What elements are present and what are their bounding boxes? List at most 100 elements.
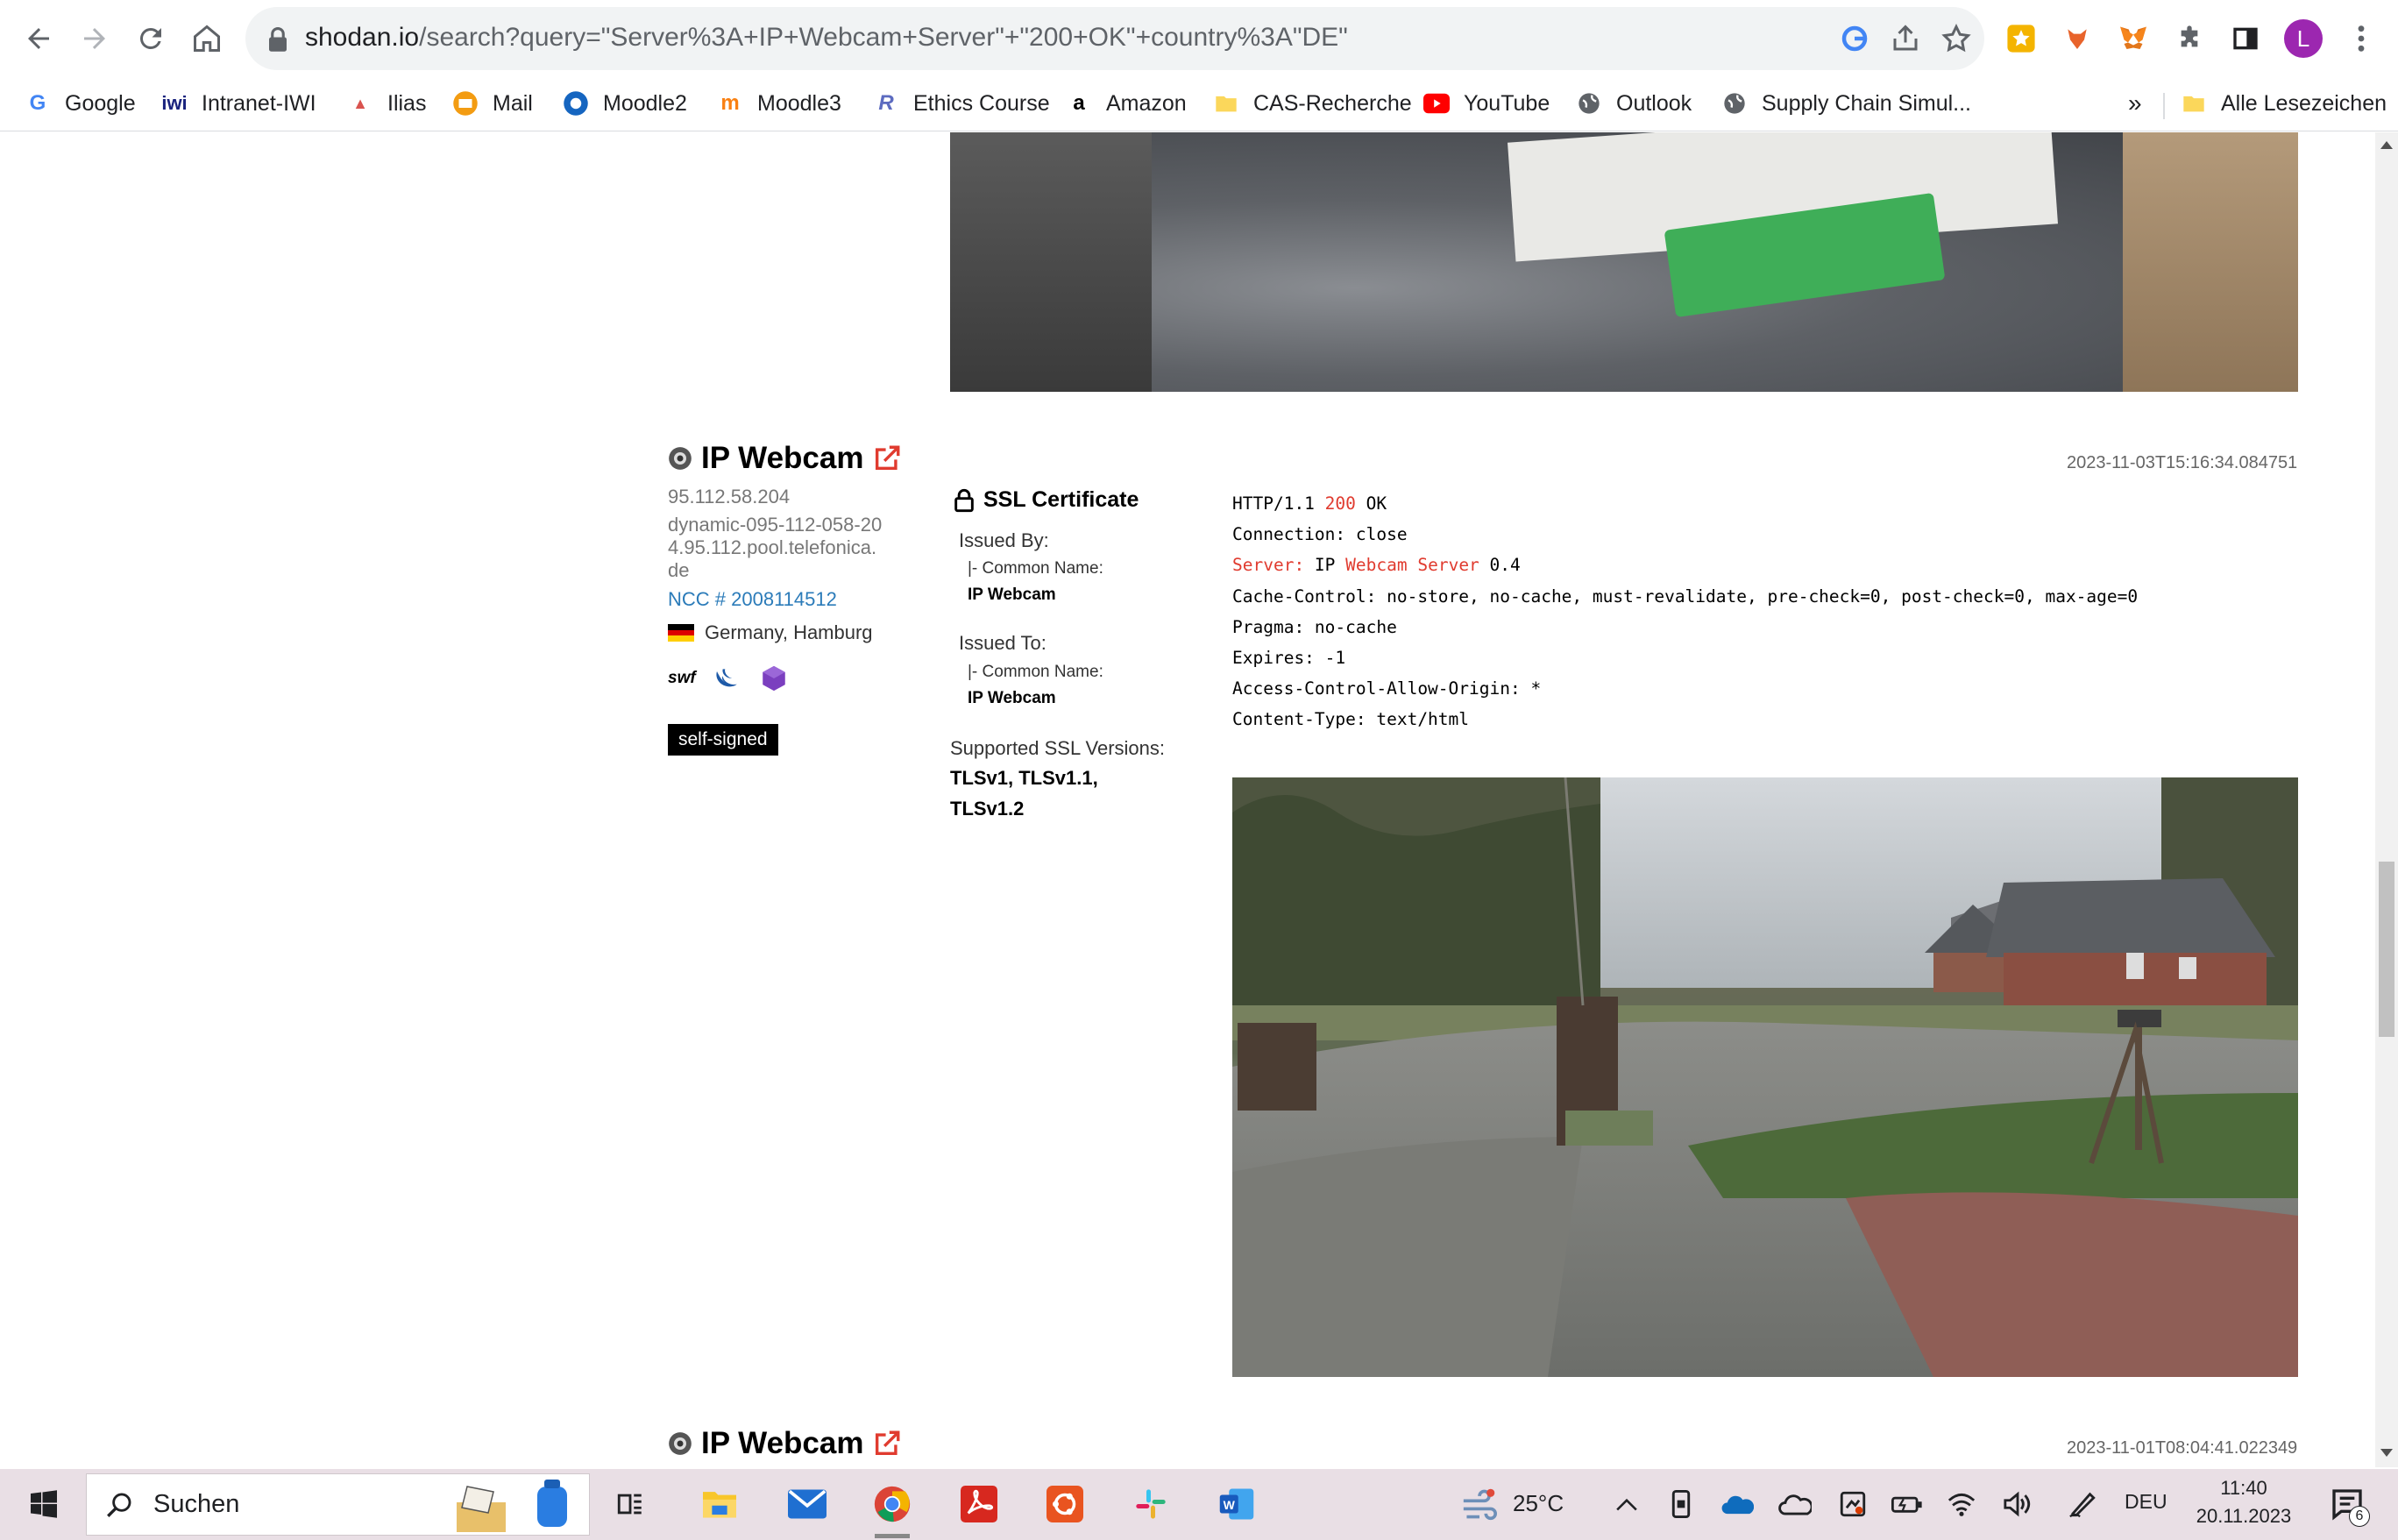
webcam-screenshot[interactable] bbox=[1232, 777, 2298, 1377]
home-icon bbox=[194, 25, 220, 52]
chrome-taskbar-button[interactable] bbox=[864, 1478, 920, 1530]
external-link-icon[interactable] bbox=[872, 444, 902, 473]
padlock-icon bbox=[954, 488, 974, 512]
volume-icon[interactable] bbox=[1998, 1478, 2037, 1530]
bootstrap-cube-icon[interactable] bbox=[759, 664, 789, 693]
bookmark-ethics-course[interactable]: R Ethics Course bbox=[873, 84, 1049, 123]
windows-taskbar: Suchen W 25°C DEU 11:40 20.11.2023 6 bbox=[0, 1469, 2398, 1540]
acrobat-button[interactable] bbox=[952, 1478, 1006, 1530]
windows-logo-icon bbox=[31, 1490, 57, 1518]
back-button[interactable] bbox=[12, 12, 65, 65]
pen-menu-icon[interactable] bbox=[2063, 1478, 2102, 1530]
ubuntu-button[interactable] bbox=[1038, 1478, 1092, 1530]
file-explorer-button[interactable] bbox=[692, 1478, 747, 1530]
bookmark-supply-chain[interactable]: Supply Chain Simul... bbox=[1721, 84, 1971, 123]
ethics-icon: R bbox=[878, 91, 894, 115]
bookmark-cas-recherche[interactable]: CAS-Recherche bbox=[1213, 84, 1412, 123]
extension-star-icon[interactable] bbox=[2002, 19, 2040, 58]
google-lens-icon[interactable] bbox=[1839, 23, 1870, 54]
taskbar-search[interactable]: Suchen bbox=[86, 1473, 590, 1536]
scrollbar-thumb[interactable] bbox=[2379, 862, 2394, 1037]
svg-text:W: W bbox=[1224, 1498, 1236, 1512]
share-icon[interactable] bbox=[1890, 23, 1921, 54]
menu-kebab-icon[interactable] bbox=[2342, 19, 2380, 58]
page-content: IP Webcam 2023-11-03T15:16:34.084751 95.… bbox=[0, 132, 2375, 1467]
folder-icon bbox=[2181, 90, 2207, 117]
extensions-puzzle-icon[interactable] bbox=[2170, 19, 2209, 58]
slack-button[interactable] bbox=[1124, 1478, 1178, 1530]
ilias-icon: ▲ bbox=[352, 94, 368, 112]
address-bar[interactable]: shodan.io/search?query="Server%3A+IP+Web… bbox=[245, 7, 1984, 70]
task-view-button[interactable] bbox=[607, 1478, 654, 1530]
slack-icon bbox=[1136, 1489, 1166, 1519]
taskbar-clock[interactable]: 11:40 20.11.2023 bbox=[2187, 1474, 2301, 1530]
banner-line-content-type: Content-Type: text/html bbox=[1232, 709, 1470, 730]
browser-toolbar: shodan.io/search?query="Server%3A+IP+Web… bbox=[0, 0, 2398, 77]
extension-fox-icon[interactable] bbox=[2058, 19, 2096, 58]
word-button[interactable]: W bbox=[1210, 1478, 1264, 1530]
weather-button[interactable] bbox=[1455, 1478, 1504, 1530]
youtube-icon bbox=[1423, 90, 1450, 117]
notification-center-button[interactable]: 6 bbox=[2323, 1478, 2372, 1530]
swf-icon[interactable]: swf bbox=[668, 669, 696, 688]
bookmark-google[interactable]: G Google bbox=[25, 84, 136, 123]
moodle2-icon bbox=[563, 90, 589, 117]
tray-overflow-button[interactable] bbox=[1609, 1478, 1644, 1530]
globe-icon bbox=[1576, 90, 1602, 117]
tray-phone-link-icon[interactable] bbox=[1664, 1478, 1699, 1530]
vertical-scrollbar[interactable] bbox=[2375, 132, 2398, 1467]
onedrive-outline-icon[interactable] bbox=[1776, 1478, 1814, 1530]
arrow-left-icon bbox=[28, 28, 49, 49]
bookmark-moodle2[interactable]: Moodle2 bbox=[563, 84, 687, 123]
onedrive-blue-icon[interactable] bbox=[1718, 1478, 1756, 1530]
next-result-title[interactable]: IP Webcam bbox=[668, 1426, 902, 1461]
external-link-icon[interactable] bbox=[872, 1429, 902, 1458]
start-button[interactable] bbox=[18, 1478, 70, 1530]
screenshot-cardboard-region bbox=[2123, 132, 2298, 392]
reload-button[interactable] bbox=[124, 12, 177, 65]
profile-avatar[interactable]: L bbox=[2284, 19, 2323, 58]
self-signed-tag[interactable]: self-signed bbox=[668, 724, 778, 756]
bookmark-intranet-iwi[interactable]: iwi Intranet-IWI bbox=[161, 84, 316, 123]
globe-icon bbox=[1721, 90, 1748, 117]
bookmark-mail[interactable]: Mail bbox=[452, 84, 533, 123]
input-language[interactable]: DEU bbox=[2125, 1490, 2167, 1514]
acrobat-icon bbox=[961, 1486, 997, 1522]
webcam-scene bbox=[1232, 777, 2298, 1377]
ssl-versions-label: Supported SSL Versions: bbox=[950, 737, 1166, 759]
tray-screenshot-icon[interactable] bbox=[1834, 1478, 1872, 1530]
bookmark-outlook[interactable]: Outlook bbox=[1576, 84, 1692, 123]
url-text: shodan.io/search?query="Server%3A+IP+Web… bbox=[305, 23, 1348, 52]
jquery-icon[interactable] bbox=[712, 664, 743, 692]
result-title[interactable]: IP Webcam bbox=[668, 441, 902, 476]
lock-icon bbox=[269, 26, 287, 52]
previous-result-screenshot[interactable] bbox=[950, 132, 2298, 392]
next-result-timestamp: 2023-11-01T08:04:41.022349 bbox=[2067, 1438, 2298, 1458]
bookmark-star-icon[interactable] bbox=[1940, 23, 1972, 54]
bookmark-youtube[interactable]: YouTube bbox=[1423, 84, 1550, 123]
weather-temperature[interactable]: 25°C bbox=[1513, 1490, 1564, 1517]
battery-icon[interactable] bbox=[1888, 1478, 1926, 1530]
scroll-down-icon[interactable] bbox=[2380, 1449, 2393, 1457]
scroll-up-icon[interactable] bbox=[2380, 141, 2393, 149]
ubuntu-icon bbox=[1046, 1486, 1083, 1522]
webcam-icon bbox=[669, 1432, 692, 1455]
reload-icon bbox=[139, 27, 161, 49]
result-org-link[interactable]: NCC # 2008114512 bbox=[668, 588, 837, 611]
bookmarks-overflow-button[interactable]: » bbox=[2128, 84, 2142, 123]
notification-count-badge: 6 bbox=[2349, 1506, 2370, 1527]
banner-line-expires: Expires: -1 bbox=[1232, 648, 1346, 669]
metamask-icon[interactable] bbox=[2114, 19, 2153, 58]
forward-button[interactable] bbox=[68, 12, 121, 65]
mail-app-button[interactable] bbox=[780, 1478, 834, 1530]
all-bookmarks-button[interactable]: Alle Lesezeichen bbox=[2181, 84, 2387, 123]
issued-to-label: Issued To: bbox=[959, 632, 1046, 654]
mail-icon bbox=[788, 1489, 827, 1519]
side-panel-icon[interactable] bbox=[2226, 19, 2265, 58]
bookmark-amazon[interactable]: a Amazon bbox=[1066, 84, 1186, 123]
banner-line-cache-control: Cache-Control: no-store, no-cache, must-… bbox=[1232, 585, 2139, 607]
bookmark-moodle3[interactable]: m Moodle3 bbox=[717, 84, 841, 123]
home-button[interactable] bbox=[181, 12, 233, 65]
bookmark-ilias[interactable]: ▲ Ilias bbox=[347, 84, 426, 123]
wifi-icon[interactable] bbox=[1942, 1478, 1981, 1530]
